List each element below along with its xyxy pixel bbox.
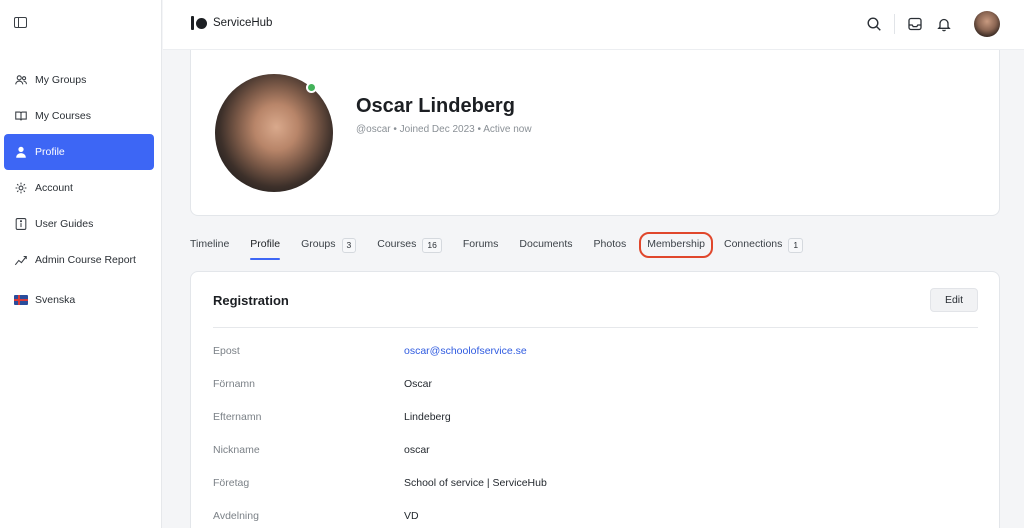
field-label: Epost [213,345,240,357]
tab-label: Forums [462,238,499,250]
field-label: Förnamn [213,378,256,390]
user-icon [14,145,28,159]
servicehub-logo-icon [191,16,207,30]
sidebar-item-label: My Groups [35,74,87,86]
sidebar-item-user-guides[interactable]: User Guides [4,206,154,242]
field-value: oscar [404,444,430,456]
tab-label: Groups [301,238,336,250]
tab-profile[interactable]: Profile [250,234,280,260]
sidebar-item-label: Profile [35,146,65,158]
sidebar-item-my-courses[interactable]: My Courses [4,98,154,134]
inbox-icon[interactable] [906,15,924,33]
tab-label: Photos [593,238,627,250]
field-row-avdelning: Avdelning VD [213,510,978,528]
tab-forums[interactable]: Forums [463,234,499,260]
tab-label: Membership [647,238,705,250]
tab-label: Courses [377,238,417,250]
field-label: Företag [213,477,250,489]
brand-logo[interactable]: ServiceHub [191,16,272,30]
tab-photos[interactable]: Photos [594,234,627,260]
profile-header-card: Oscar Lindeberg @oscar • Joined Dec 2023… [190,50,1000,216]
field-row-efternamn: Efternamn Lindeberg [213,411,978,431]
user-avatar[interactable] [974,11,1000,37]
language-label: Svenska [35,294,76,306]
tab-documents[interactable]: Documents [519,234,572,260]
sidebar-item-my-groups[interactable]: My Groups [4,62,154,98]
brand-name: ServiceHub [213,17,273,29]
field-label: Efternamn [213,411,262,423]
registration-card: Registration Edit Epost oscar@schoolofse… [190,271,1000,528]
section-title: Registration [213,293,289,308]
sidebar-item-label: User Guides [35,218,94,230]
users-icon [14,73,28,87]
field-label: Avdelning [213,510,259,522]
sidebar-item-profile[interactable]: Profile [4,134,154,170]
profile-name: Oscar Lindeberg [356,95,515,117]
profile-meta: @oscar • Joined Dec 2023 • Active now [356,124,532,135]
sidebar-item-account[interactable]: Account [4,170,154,206]
field-row-epost: Epost oscar@schoolofservice.se [213,345,978,365]
tab-label: Profile [250,238,281,250]
field-value: VD [404,510,419,522]
tab-membership[interactable]: Membership [639,232,713,258]
field-value: Lindeberg [404,411,451,423]
sidebar-item-label: Admin Course Report [35,254,136,266]
profile-tabs: Timeline Profile Groups 3 Courses 16 Forum… [190,232,824,264]
field-row-nickname: Nickname oscar [213,444,978,464]
tab-groups[interactable]: Groups 3 [301,234,357,260]
tab-courses[interactable]: Courses 16 [377,234,442,260]
tab-label: Timeline [190,238,230,250]
email-link[interactable]: oscar@schoolofservice.se [404,345,527,357]
sidebar-nav: My Groups My Courses Profile Account Use… [4,62,154,278]
search-icon[interactable] [865,15,883,33]
field-value: Oscar [404,378,433,390]
tab-connections[interactable]: Connections 1 [724,234,804,260]
sidebar-item-admin-course-report[interactable]: Admin Course Report [4,242,154,278]
gear-icon [14,181,28,195]
tab-count-badge: 16 [422,238,442,253]
info-icon [14,217,28,231]
top-bar: ServiceHub [163,0,1024,50]
sidebar: My Groups My Courses Profile Account Use… [0,0,162,528]
bell-icon[interactable] [935,15,953,33]
field-row-fornamn: Förnamn Oscar [213,378,978,398]
tab-count-badge: 1 [788,238,804,253]
language-selector[interactable]: Svenska [14,294,75,306]
sweden-flag-icon [14,295,28,305]
edit-button[interactable]: Edit [930,288,978,312]
field-row-foretag: Företag School of service | ServiceHub [213,477,978,497]
chart-line-icon [14,253,28,267]
field-label: Nickname [213,444,260,456]
tab-label: Connections [724,238,783,250]
tab-label: Documents [519,238,573,250]
profile-avatar [215,74,333,192]
sidebar-item-label: My Courses [35,110,92,122]
sidebar-item-label: Account [35,182,73,194]
tab-timeline[interactable]: Timeline [190,234,229,260]
book-icon [14,109,28,123]
online-status-indicator [306,82,317,93]
sidebar-toggle-icon[interactable] [14,17,27,28]
tab-count-badge: 3 [341,238,357,253]
field-value: School of service | ServiceHub [404,477,547,489]
divider [213,327,978,328]
top-divider [894,14,895,34]
